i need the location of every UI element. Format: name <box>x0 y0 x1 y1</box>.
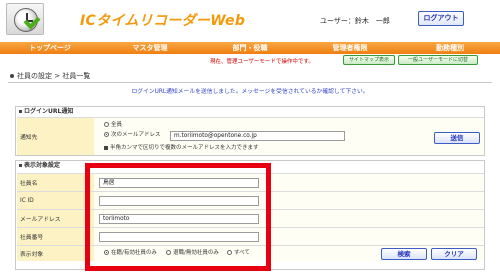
main-nav: トップページ マスタ管理 部門・役職 管理者権限 勤務種別 <box>0 42 500 54</box>
bullet-icon <box>10 74 14 78</box>
info-message: ログインURL通知メールを送信しました。メッセージを受信されているか確認して下さ… <box>131 89 369 95</box>
display-option-active[interactable]: 在籍/有効社員のみ <box>104 250 157 257</box>
email-note: 半角カンマで区切りで複数のメールアドレスを入力できます <box>104 143 259 151</box>
logout-button[interactable]: ログアウト <box>418 11 464 26</box>
option-all[interactable]: 全員 <box>104 122 122 129</box>
breadcrumb-parent[interactable]: 社員の設定 <box>17 72 52 80</box>
radio-all-employees[interactable] <box>227 250 232 255</box>
field-row-email: メールアドレス toriimoto <box>17 209 484 227</box>
email-filter-input[interactable]: toriimoto <box>99 214 259 224</box>
login-url-panel: ログインURL通知 通知先 全員 次のメールアドレス m.toriimoto@o… <box>15 106 485 156</box>
mode-bar: 現在、管理ユーザーモードで操作中です。 サイトマップ表示 一般ユーザーモードに切… <box>0 54 500 67</box>
current-user-label: ユーザー：鈴木 一郎 <box>320 17 390 25</box>
filter-panel: 表示対象設定 社員名 鳥居 IC ID メールアドレス toriimoto 社員… <box>15 160 485 270</box>
note-icon <box>104 145 108 150</box>
employee-number-input[interactable] <box>99 232 259 242</box>
option-email[interactable]: 次のメールアドレス <box>104 132 161 139</box>
clear-button[interactable]: クリア <box>431 248 477 260</box>
panel-title-filter: 表示対象設定 <box>16 161 484 171</box>
notify-dest-label: 通知先 <box>17 118 94 155</box>
radio-retired[interactable] <box>166 250 171 255</box>
breadcrumb-separator: > <box>54 72 61 80</box>
breadcrumb-current: 社員一覧 <box>62 72 91 80</box>
send-button[interactable]: 送信 <box>434 132 480 144</box>
radio-email[interactable] <box>104 132 109 137</box>
notify-dest-row: 通知先 全員 次のメールアドレス m.toriimoto@opentone.co… <box>17 117 484 155</box>
field-row-name: 社員名 鳥居 <box>17 173 484 191</box>
ic-id-input[interactable] <box>99 196 259 206</box>
nav-item-master[interactable]: マスタ管理 <box>100 42 200 54</box>
mode-warning-text: 現在、管理ユーザーモードで操作中です。 <box>210 59 314 65</box>
search-button[interactable]: 検索 <box>381 248 427 260</box>
nav-item-work-type[interactable]: 勤務種別 <box>400 42 500 54</box>
divider <box>8 82 492 83</box>
sitemap-button[interactable]: サイトマップ表示 <box>343 55 395 65</box>
notify-email-input[interactable]: m.toriimoto@opentone.co.jp <box>170 131 345 141</box>
square-icon <box>19 164 22 167</box>
field-row-icid: IC ID <box>17 191 484 209</box>
nav-item-top[interactable]: トップページ <box>0 42 100 54</box>
nav-item-admin-permission[interactable]: 管理者権限 <box>300 42 400 54</box>
switch-user-mode-button[interactable]: 一般ユーザーモードに切替 <box>398 55 478 65</box>
radio-all[interactable] <box>104 122 109 127</box>
breadcrumb: 社員の設定 > 社員一覧 <box>10 71 494 81</box>
square-icon <box>19 110 22 113</box>
field-row-employee-number: 社員番号 <box>17 227 484 245</box>
radio-active[interactable] <box>104 250 109 255</box>
employee-name-input[interactable]: 鳥居 <box>99 178 259 188</box>
display-option-retired[interactable]: 退職/無効社員のみ <box>166 250 219 257</box>
display-option-all[interactable]: すべて <box>227 250 250 257</box>
app-logo <box>6 3 44 35</box>
app-title: ICタイムリコーダーWeb <box>80 13 246 29</box>
nav-item-department[interactable]: 部門・役職 <box>200 42 300 54</box>
app-header: ICタイムリコーダーWeb ユーザー：鈴木 一郎 ログアウト <box>0 0 500 40</box>
panel-title-login-url: ログインURL通知 <box>16 107 484 117</box>
field-row-display-target: 表示対象 在籍/有効社員のみ 退職/無効社員のみ すべて 検索 クリア <box>17 245 484 261</box>
